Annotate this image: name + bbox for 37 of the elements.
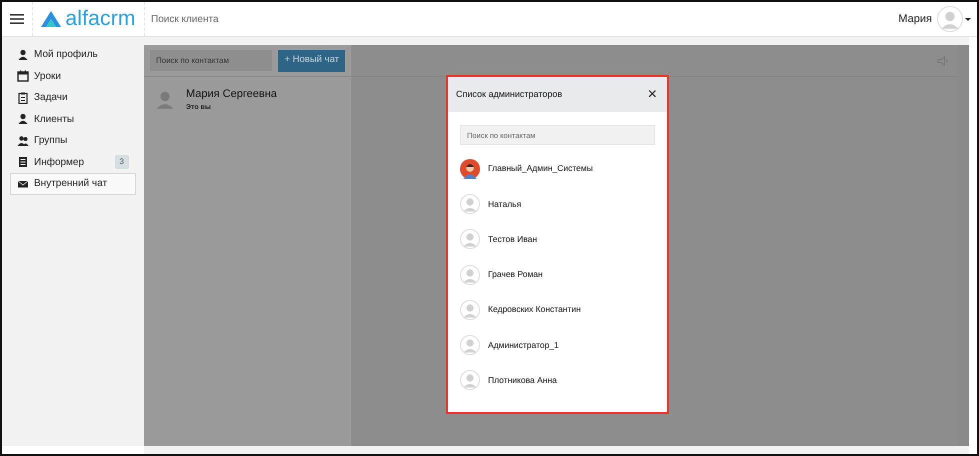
sidebar-item[interactable]: Внутренний чат (10, 173, 136, 194)
contact-name[interactable]: Мария Сергеевна (186, 86, 277, 102)
admin-item[interactable]: Администратор_1 (448, 327, 667, 363)
clipboard-icon (17, 92, 29, 104)
avatar-icon (460, 158, 480, 179)
count-badge: 3 (114, 155, 129, 170)
modal-title: Список администраторов (456, 88, 562, 101)
admin-item[interactable]: Главный_Админ_Системы (448, 151, 667, 186)
person-icon (17, 48, 29, 61)
avatar-icon (460, 264, 480, 285)
avatar-icon (460, 335, 480, 356)
list-icon (17, 156, 29, 168)
admin-item[interactable]: Кедровских Константин (448, 292, 667, 328)
sidebar-item[interactable]: Уроки (10, 66, 136, 87)
new-chat-button[interactable]: + Новый чат (278, 50, 345, 72)
avatar-icon (460, 300, 480, 320)
menu-icon (10, 13, 24, 25)
person-icon (17, 113, 29, 126)
people-icon (17, 134, 29, 147)
close-button[interactable]: × (646, 86, 659, 102)
logo-icon (41, 11, 62, 27)
sidebar-item[interactable]: Группы (10, 130, 136, 152)
admin-item[interactable]: Тестов Иван (448, 222, 667, 257)
avatar-icon (937, 6, 963, 32)
avatar-icon (460, 194, 480, 214)
user-name[interactable]: Мария (898, 10, 932, 28)
admin-item[interactable]: Наталья (448, 186, 667, 222)
sidebar-item[interactable]: Клиенты (10, 108, 136, 130)
sidebar-item[interactable]: Информер 3 (10, 152, 136, 173)
avatar-icon (460, 370, 480, 390)
calendar-icon (17, 70, 29, 82)
admin-item[interactable]: Плотникова Анна (448, 362, 667, 398)
admin-item[interactable]: Грачев Роман (448, 256, 667, 292)
avatar-icon (460, 229, 480, 250)
search-field[interactable]: Поиск по контактам (150, 50, 272, 71)
sidebar-item[interactable]: Мой профиль (10, 44, 136, 66)
sidebar-item[interactable]: Задачи (10, 87, 136, 108)
